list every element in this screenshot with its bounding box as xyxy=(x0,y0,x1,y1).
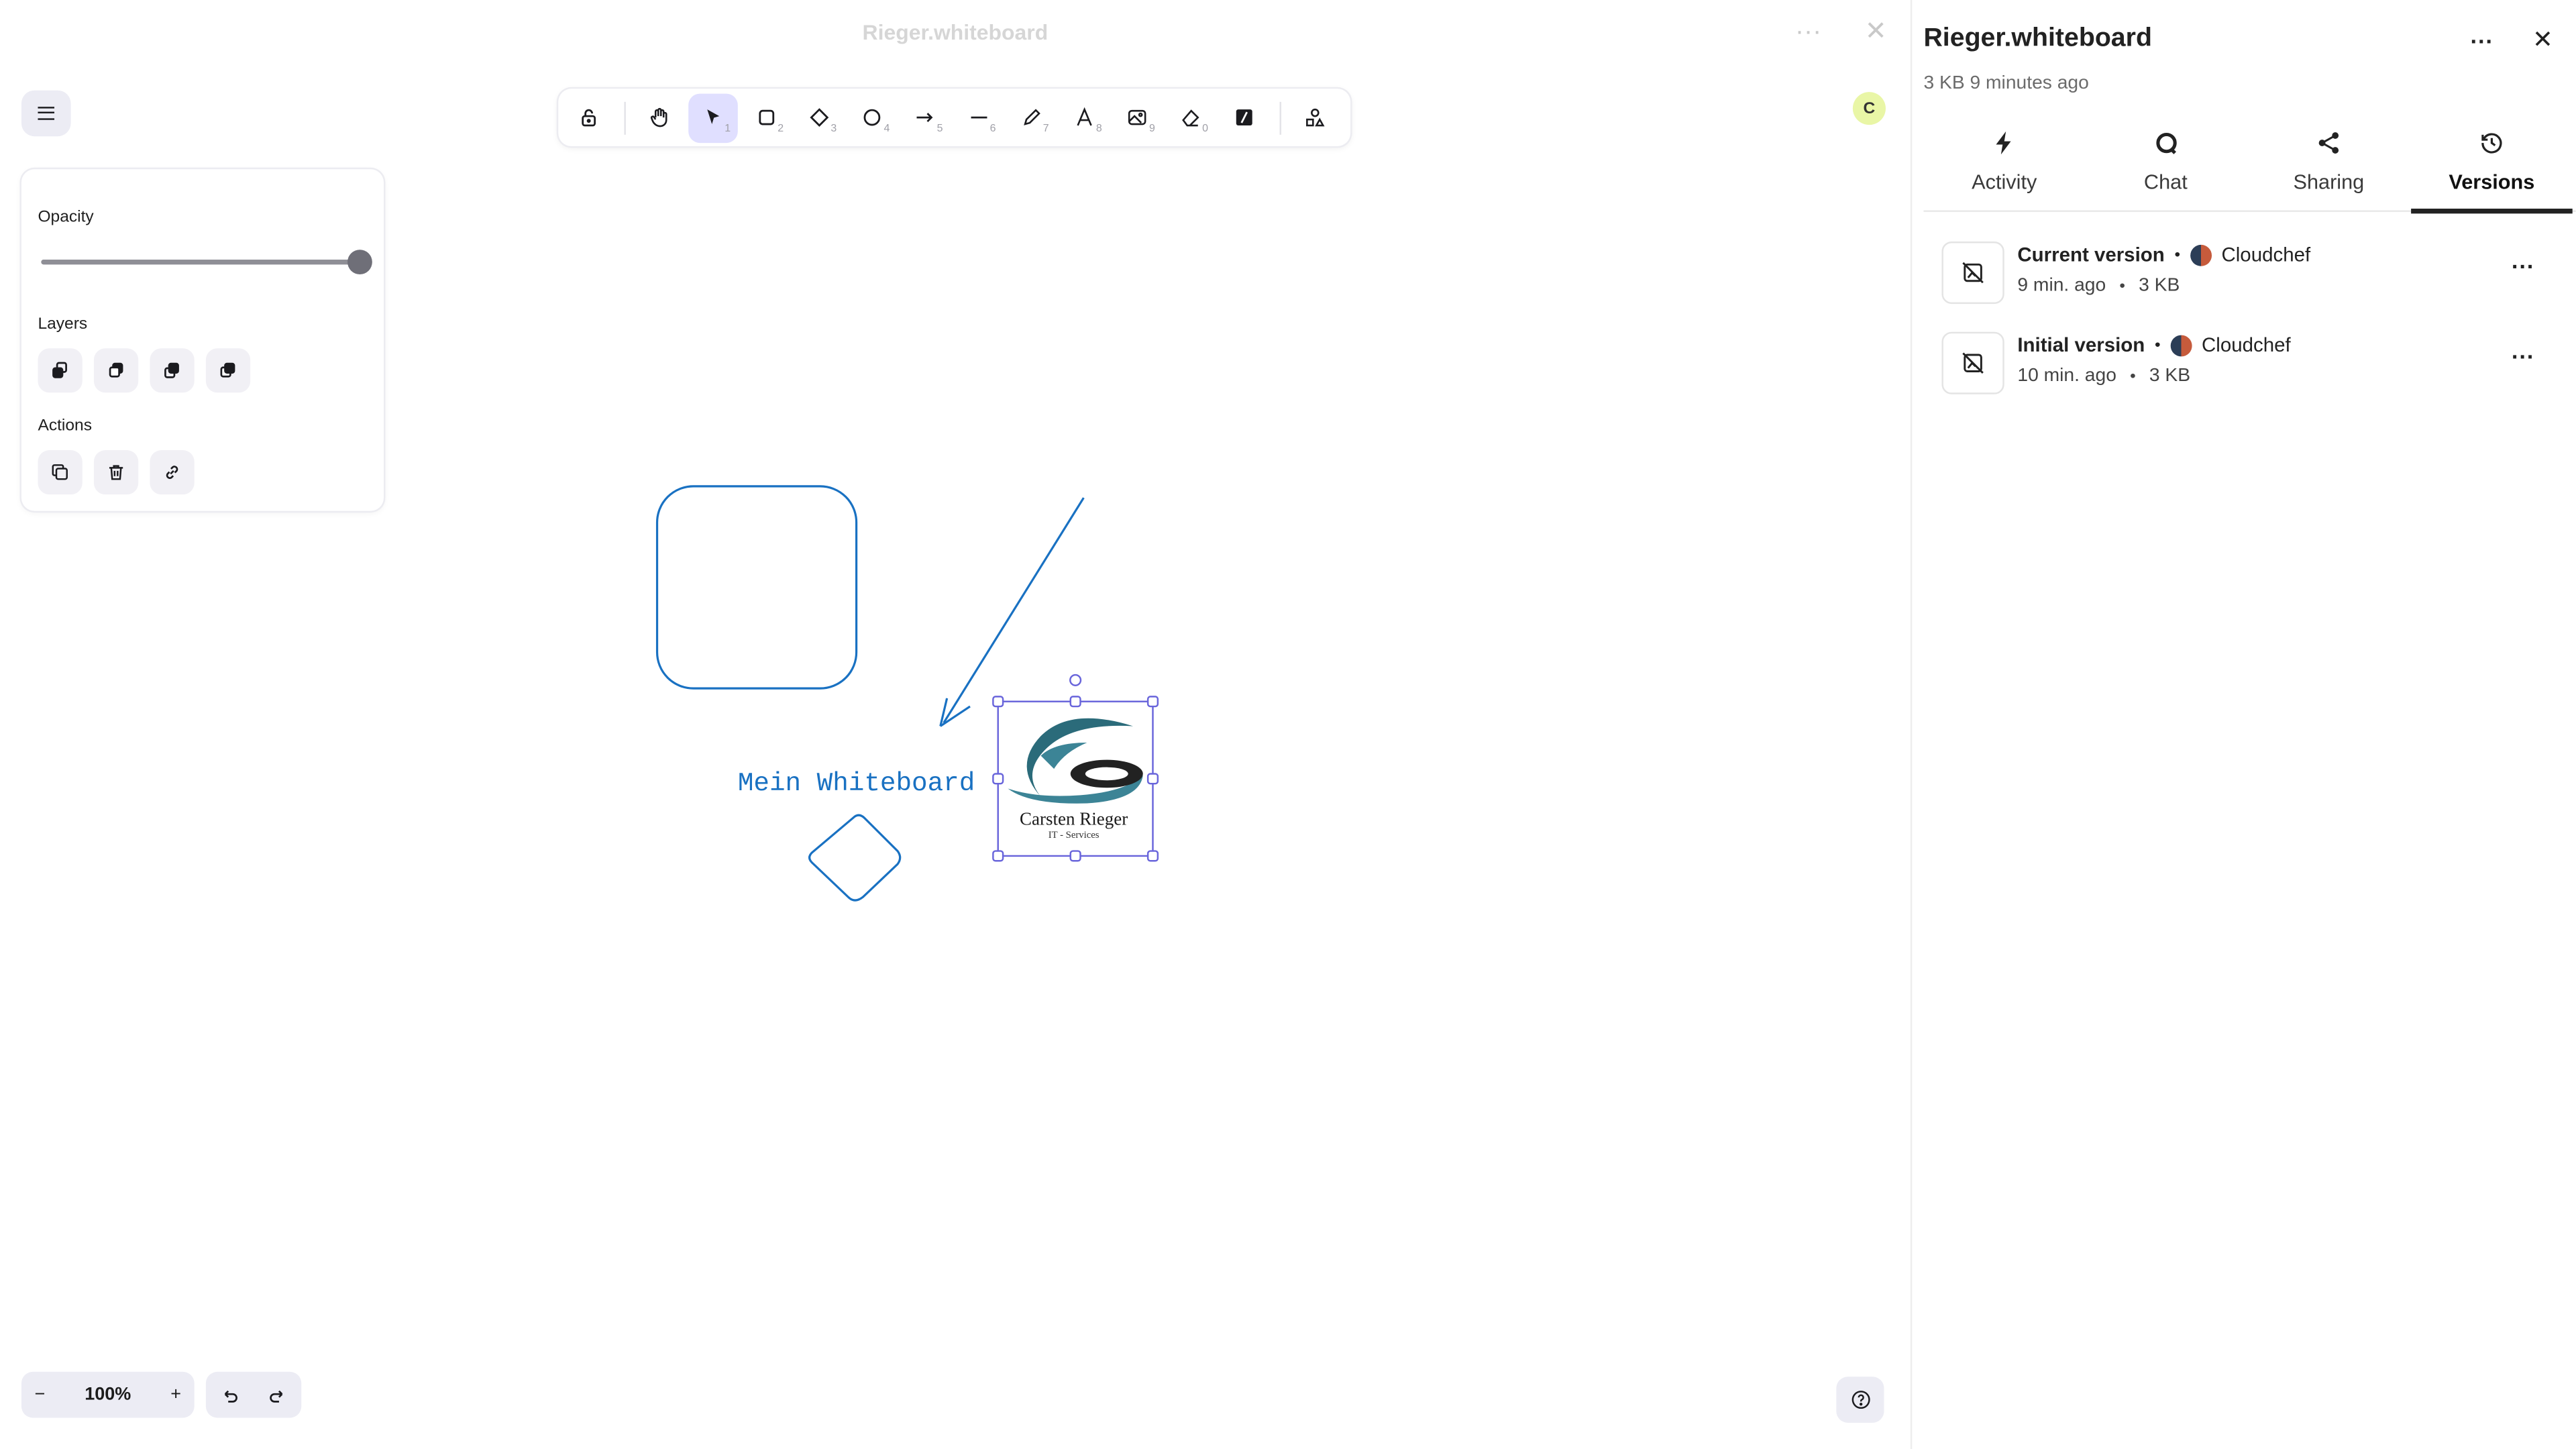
arrow-shape[interactable] xyxy=(943,497,1085,724)
tab-sharing[interactable]: Sharing xyxy=(2248,118,2410,209)
logo-image[interactable]: Carsten Rieger IT - Services xyxy=(1008,718,1143,841)
version-name: Initial version xyxy=(2017,333,2145,357)
logo-tagline-text: IT - Services xyxy=(1049,830,1099,841)
tab-chat[interactable]: Chat xyxy=(2085,118,2247,209)
tab-versions[interactable]: Versions xyxy=(2411,118,2573,214)
version-row-initial[interactable]: Initial version • Cloudchef 10 min. ago … xyxy=(1941,329,2559,401)
sidebar-title: Rieger.whiteboard xyxy=(1923,24,2152,53)
version-size: 3 KB xyxy=(2149,366,2191,386)
author-avatar xyxy=(2190,244,2212,266)
whiteboard-text-element[interactable]: Mein Whiteboard xyxy=(738,768,975,798)
drawing-layer[interactable]: Mein Whiteboard Carsten Rieger IT - Serv… xyxy=(0,0,1911,1449)
zoom-in-button[interactable]: + xyxy=(170,1385,181,1405)
version-author: Cloudchef xyxy=(2202,333,2291,357)
version-more-button[interactable]: ··· xyxy=(2505,248,2541,284)
chat-icon xyxy=(2155,132,2176,154)
version-author: Cloudchef xyxy=(2221,243,2311,266)
version-thumbnail xyxy=(1941,241,2004,305)
separator-dot: • xyxy=(2119,277,2125,296)
logo-eye-inner xyxy=(1085,767,1128,781)
resize-handle[interactable] xyxy=(992,773,1004,785)
resize-handle[interactable] xyxy=(992,850,1004,862)
help-button[interactable] xyxy=(1836,1377,1884,1423)
rotation-handle[interactable] xyxy=(1069,674,1082,686)
whiteboard-canvas[interactable]: Rieger.whiteboard ··· ✕ 1 2 3 4 5 6 7 8 … xyxy=(0,0,1911,1449)
version-row-current[interactable]: Current version • Cloudchef 9 min. ago •… xyxy=(1941,238,2559,311)
history-controls xyxy=(205,1371,302,1418)
resize-handle[interactable] xyxy=(1069,850,1081,862)
file-details-sidebar: Rieger.whiteboard 3 KB 9 minutes ago ···… xyxy=(1910,0,2576,1449)
resize-handle[interactable] xyxy=(1146,773,1159,785)
author-avatar xyxy=(2170,334,2192,356)
resize-handle[interactable] xyxy=(1146,850,1159,862)
sidebar-close-button[interactable]: ✕ xyxy=(2525,23,2561,59)
share-icon xyxy=(2318,132,2339,154)
zoom-out-button[interactable]: − xyxy=(35,1385,46,1405)
separator-dot: • xyxy=(2174,246,2181,264)
no-preview-icon xyxy=(1962,352,1984,374)
history-icon xyxy=(2481,133,2502,154)
lightning-icon xyxy=(1996,131,2011,155)
tab-label: Activity xyxy=(1972,170,2037,194)
tab-activity[interactable]: Activity xyxy=(1923,118,2085,209)
undo-icon[interactable] xyxy=(221,1386,239,1404)
logo-name-text: Carsten Rieger xyxy=(1020,808,1128,828)
help-icon xyxy=(1851,1391,1870,1409)
tab-label: Chat xyxy=(2143,170,2188,194)
separator-dot: • xyxy=(2130,368,2136,386)
zoom-level[interactable]: 100% xyxy=(85,1385,131,1405)
sidebar-more-button[interactable]: ··· xyxy=(2464,23,2500,59)
sidebar-tabs: Activity Chat Sharing Versions xyxy=(1923,118,2576,214)
version-size: 3 KB xyxy=(2139,276,2180,296)
version-thumbnail xyxy=(1941,331,2004,394)
diamond-shape[interactable] xyxy=(808,814,902,902)
rounded-rectangle-shape[interactable] xyxy=(655,485,858,690)
no-preview-icon xyxy=(1962,262,1984,284)
resize-handle[interactable] xyxy=(1146,696,1159,708)
redo-icon[interactable] xyxy=(268,1386,286,1404)
sidebar-subtitle: 3 KB 9 minutes ago xyxy=(1923,74,2089,94)
zoom-controls: − 100% + xyxy=(21,1371,195,1418)
version-time: 10 min. ago xyxy=(2017,366,2116,386)
resize-handle[interactable] xyxy=(1069,696,1081,708)
version-time: 9 min. ago xyxy=(2017,276,2106,296)
resize-handle[interactable] xyxy=(992,696,1004,708)
version-name: Current version xyxy=(2017,243,2165,266)
version-more-button[interactable]: ··· xyxy=(2505,338,2541,374)
tab-label: Versions xyxy=(2449,170,2535,194)
tab-label: Sharing xyxy=(2293,170,2365,194)
separator-dot: • xyxy=(2155,335,2161,354)
